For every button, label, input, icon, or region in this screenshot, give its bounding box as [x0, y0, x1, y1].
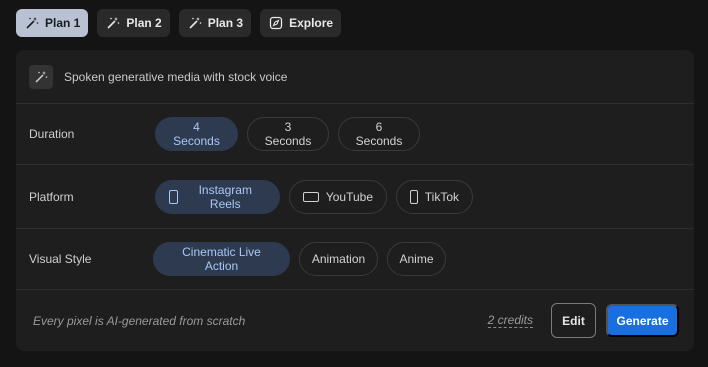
duration-option-6s[interactable]: 6 Seconds: [338, 117, 420, 151]
style-option-anime[interactable]: Anime: [387, 242, 446, 276]
tab-plan-3[interactable]: Plan 3: [178, 9, 252, 37]
tab-label: Explore: [289, 16, 334, 30]
platform-label: Platform: [29, 189, 74, 204]
plan-tabs: Plan 1 Plan 2 Plan 3 Explore: [16, 9, 342, 37]
platform-option-label: Instagram Reels: [198, 182, 252, 211]
tab-plan-1[interactable]: Plan 1: [16, 9, 89, 37]
tab-plan-2[interactable]: Plan 2: [97, 9, 170, 37]
platform-options: Instagram Reels YouTube TikTok: [155, 179, 473, 214]
phone-portrait-icon: [410, 189, 418, 204]
tab-label: Plan 3: [207, 16, 244, 30]
card-header: Spoken generative media with stock voice: [16, 50, 694, 104]
card-footer: Every pixel is AI-generated from scratch…: [16, 290, 694, 351]
phone-portrait-icon: [169, 189, 178, 204]
edit-button[interactable]: Edit: [551, 303, 596, 338]
sparkle-wand-icon: [106, 16, 120, 30]
duration-option-3s[interactable]: 3 Seconds: [247, 117, 329, 151]
duration-options: 4 Seconds 3 Seconds 6 Seconds: [155, 117, 420, 151]
sparkle-wand-icon: [25, 16, 39, 30]
style-option-animation[interactable]: Animation: [299, 242, 378, 276]
visual-style-options: Cinematic Live Action Animation Anime: [153, 242, 446, 276]
tab-explore[interactable]: Explore: [260, 9, 342, 37]
tab-label: Plan 2: [126, 16, 162, 30]
visual-style-label: Visual Style: [29, 252, 92, 266]
ai-generated-note: Every pixel is AI-generated from scratch: [33, 313, 246, 328]
platform-option-tiktok[interactable]: TikTok: [396, 179, 473, 214]
duration-label: Duration: [29, 127, 75, 141]
sparkle-wand-icon: [188, 16, 202, 30]
screen-landscape-icon: [303, 191, 319, 202]
generate-button[interactable]: Generate: [606, 304, 679, 337]
platform-option-label: YouTube: [325, 189, 373, 204]
visual-style-row: Visual Style Cinematic Live Action Anima…: [16, 229, 694, 290]
style-option-cinematic-live-action[interactable]: Cinematic Live Action: [153, 242, 290, 276]
card-description: Spoken generative media with stock voice: [64, 69, 288, 84]
credits-cost: 2 credits: [487, 313, 533, 328]
sparkle-wand-icon: [29, 64, 53, 89]
platform-row: Platform Instagram Reels YouTube TikTok: [16, 165, 694, 229]
duration-option-4s[interactable]: 4 Seconds: [155, 117, 238, 151]
compass-icon: [269, 16, 283, 30]
generation-card: Spoken generative media with stock voice…: [16, 50, 694, 351]
tab-label: Plan 1: [45, 16, 81, 30]
platform-option-youtube[interactable]: YouTube: [289, 179, 387, 214]
platform-option-label: TikTok: [424, 189, 459, 204]
platform-option-instagram-reels[interactable]: Instagram Reels: [155, 179, 280, 214]
duration-row: Duration 4 Seconds 3 Seconds 6 Seconds: [16, 104, 694, 165]
